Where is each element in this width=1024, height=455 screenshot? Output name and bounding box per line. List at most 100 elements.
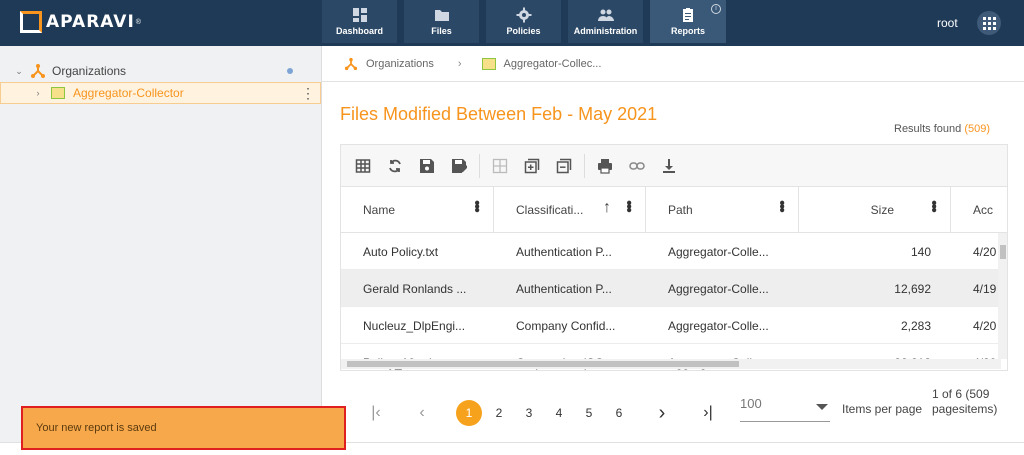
page-1[interactable]: 1: [456, 400, 482, 426]
nav-policies[interactable]: Policies: [486, 0, 561, 43]
tree-item-organizations[interactable]: ⌄ Organizations: [0, 60, 321, 82]
column-menu-icon[interactable]: •••: [620, 200, 637, 211]
cell-classification: Authentication P...: [516, 244, 612, 259]
tree-item-collector-label: Aggregator-Collector: [73, 86, 184, 100]
cell-size: 140: [910, 244, 931, 259]
org-tree-icon: [344, 57, 358, 70]
collector-icon: [481, 57, 496, 70]
first-page-icon[interactable]: |‹: [364, 404, 388, 422]
cell-path: Aggregator-Colle...: [668, 318, 769, 333]
page-6[interactable]: 6: [606, 400, 632, 426]
column-header-classification[interactable]: Classificati... ↑ •••: [494, 187, 646, 233]
horizontal-scroll-thumb[interactable]: [347, 361, 739, 367]
print-button[interactable]: [594, 155, 616, 177]
users-icon: [597, 9, 614, 21]
apps-grid-icon[interactable]: [977, 11, 1001, 35]
sidebar: ⌄ Organizations › Aggregator-Collector ⋮: [0, 46, 322, 455]
nav-files-label: Files: [431, 26, 452, 36]
main-content: Organizations › Aggregator-Collec... Fil…: [322, 46, 1024, 455]
page-4[interactable]: 4: [546, 400, 572, 426]
page-5[interactable]: 5: [576, 400, 602, 426]
report-toolbar: [340, 144, 1008, 187]
table-row[interactable]: Auto Policy.txt Authentication P... Aggr…: [341, 233, 1007, 270]
column-menu-icon[interactable]: •••: [468, 200, 485, 211]
brand-logo[interactable]: APARAVI ®: [20, 8, 141, 36]
column-header-size[interactable]: Size •••: [799, 187, 951, 233]
user-name[interactable]: root: [937, 16, 958, 30]
table-icon: [355, 158, 371, 173]
save-button[interactable]: [416, 155, 438, 177]
dropdown-caret-icon: [816, 404, 828, 410]
refresh-button[interactable]: [384, 155, 406, 177]
nav-reports[interactable]: i Reports: [650, 0, 726, 43]
nav-files[interactable]: Files: [404, 0, 479, 43]
status-dot-icon: [287, 68, 293, 74]
folder-icon: [434, 10, 449, 21]
remove-group-button[interactable]: [553, 155, 575, 177]
cell-classification: Authentication P...: [516, 281, 612, 296]
column-menu-icon[interactable]: •••: [925, 200, 942, 211]
results-label: Results found: [894, 123, 962, 135]
page-title: Files Modified Between Feb - May 2021: [340, 104, 658, 124]
table-header: Name ••• Classificati... ↑ ••• Path ••• …: [341, 187, 1007, 233]
add-box-icon: [524, 158, 540, 173]
cell-name: Gerald Ronlands ...: [363, 281, 467, 296]
column-header-path[interactable]: Path •••: [646, 187, 799, 233]
page-2[interactable]: 2: [486, 400, 512, 426]
info-icon[interactable]: i: [711, 4, 721, 14]
column-menu-icon[interactable]: •••: [773, 200, 790, 211]
prev-page-icon[interactable]: ‹: [410, 404, 434, 422]
split-button[interactable]: [489, 155, 511, 177]
main-nav: Dashboard Files Policies Administration …: [322, 0, 733, 44]
cell-classification: Company Confid...: [516, 318, 616, 333]
chevron-right-icon[interactable]: ›: [31, 88, 45, 98]
breadcrumb-separator: ›: [457, 57, 462, 70]
horizontal-scrollbar[interactable]: [341, 359, 1001, 369]
table-view-button[interactable]: [352, 155, 374, 177]
table-row[interactable]: Nucleuz_DlpEngi... Company Confid... Agg…: [341, 307, 1007, 344]
breadcrumb-current[interactable]: Aggregator-Collec...: [504, 58, 602, 70]
save-as-button[interactable]: [448, 155, 470, 177]
column-header-name[interactable]: Name •••: [341, 187, 494, 233]
brand-registered-mark: ®: [135, 18, 141, 26]
next-page-icon[interactable]: ›: [650, 402, 674, 425]
cell-path: Aggregator-Colle...: [668, 244, 769, 259]
logo-mark-icon: [20, 11, 42, 33]
items-per-page-label: Items per page: [842, 402, 923, 416]
page-3[interactable]: 3: [516, 400, 542, 426]
cell-name: Nucleuz_DlpEngi...: [363, 318, 466, 333]
last-page-icon[interactable]: ›|: [696, 404, 720, 422]
clipboard-icon: [683, 8, 693, 22]
refresh-icon: [389, 159, 401, 172]
sort-ascending-icon[interactable]: ↑: [603, 199, 611, 217]
link-icon: [629, 161, 645, 170]
breadcrumb-organizations[interactable]: Organizations: [366, 58, 434, 70]
tree-item-organizations-label: Organizations: [52, 64, 127, 78]
nav-administration[interactable]: Administration: [568, 0, 643, 43]
results-found: Results found (509): [894, 123, 990, 135]
vertical-scroll-thumb[interactable]: [1000, 245, 1006, 259]
page-range-text: 1 of 6 (509 pagesitems): [932, 387, 998, 416]
nav-reports-label: Reports: [670, 26, 705, 36]
chevron-down-icon[interactable]: ⌄: [12, 66, 26, 77]
nav-dashboard[interactable]: Dashboard: [322, 0, 397, 43]
download-icon: [663, 158, 675, 173]
org-tree-icon: [31, 64, 45, 78]
gear-icon: [516, 7, 531, 23]
print-icon: [598, 158, 612, 174]
table-row[interactable]: Gerald Ronlands ... Authentication P... …: [341, 270, 1007, 307]
tree-item-aggregator-collector[interactable]: › Aggregator-Collector ⋮: [0, 82, 321, 104]
items-per-page-select[interactable]: 100: [740, 396, 830, 422]
brand-name: APARAVI: [46, 12, 135, 32]
results-count: (509): [964, 123, 991, 135]
more-vert-icon[interactable]: ⋮: [301, 86, 315, 100]
toast-message: Your new report is saved: [36, 422, 157, 434]
toast-notification[interactable]: Your new report is saved: [21, 406, 346, 450]
add-group-button[interactable]: [521, 155, 543, 177]
link-button[interactable]: [626, 155, 648, 177]
download-button[interactable]: [658, 155, 680, 177]
toolbar-divider: [584, 153, 585, 178]
vertical-scrollbar[interactable]: [998, 233, 1007, 359]
column-header-accessed[interactable]: Acc: [951, 187, 1007, 233]
breadcrumb: Organizations › Aggregator-Collec...: [322, 46, 1024, 82]
